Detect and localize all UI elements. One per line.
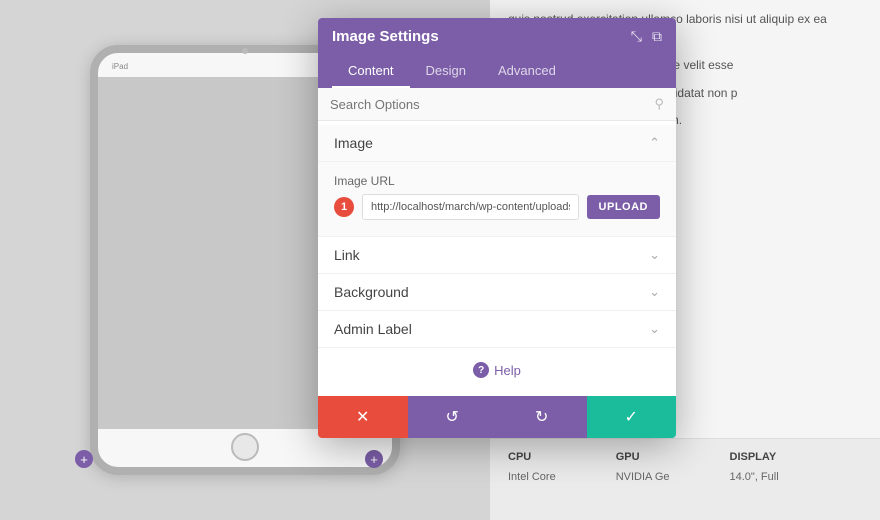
display-value: 14.0", Full (730, 469, 779, 487)
copy-icon[interactable]: ⧉ (652, 28, 662, 45)
image-settings-modal: Image Settings ⤡ ⧉ Content Design Advanc… (318, 18, 676, 438)
link-section-title: Link (334, 247, 360, 263)
modal-header-icons: ⤡ ⧉ (631, 28, 662, 45)
modal-tabs: Content Design Advanced (318, 55, 676, 88)
modal-title: Image Settings (332, 28, 439, 45)
ipad-camera (242, 48, 248, 54)
help-icon: ? (473, 362, 489, 378)
cancel-button[interactable]: ✕ (318, 396, 408, 438)
search-input[interactable] (330, 97, 646, 112)
image-url-row: 1 UPLOAD (334, 194, 660, 220)
help-section: ? Help (318, 348, 676, 392)
link-chevron-icon: ⌄ (649, 247, 660, 263)
admin-label-section-header[interactable]: Admin Label ⌄ (318, 311, 676, 348)
image-section-content: Image URL 1 UPLOAD (318, 162, 676, 237)
cpu-value: Intel Core (508, 469, 556, 487)
search-bar: ⚲ (318, 88, 676, 121)
fullscreen-icon[interactable]: ⤡ (631, 28, 642, 45)
image-url-input[interactable] (362, 194, 579, 220)
background-section-title: Background (334, 284, 409, 300)
step-badge: 1 (334, 197, 354, 217)
background-chevron-icon: ⌄ (649, 284, 660, 300)
modal-footer: ✕ ↺ ↻ ✓ (318, 396, 676, 438)
ipad-home-button[interactable] (231, 433, 259, 461)
redo-icon: ↻ (535, 407, 548, 427)
undo-icon: ↺ (446, 407, 459, 427)
cancel-icon: ✕ (356, 407, 369, 427)
modal-body: Image ⌃ Image URL 1 UPLOAD Link ⌄ Backgr… (318, 121, 676, 396)
help-link[interactable]: ? Help (334, 362, 660, 378)
image-section-title: Image (334, 135, 373, 151)
confirm-button[interactable]: ✓ (587, 396, 677, 438)
admin-label-chevron-icon: ⌄ (649, 321, 660, 337)
confirm-icon: ✓ (625, 407, 638, 427)
image-chevron-up-icon: ⌃ (649, 135, 660, 151)
modal-header: Image Settings ⤡ ⧉ (318, 18, 676, 55)
background-section-header[interactable]: Background ⌄ (318, 274, 676, 311)
cpu-spec: CPU Intel Core (508, 449, 556, 486)
gpu-value: NVIDIA Ge (616, 469, 670, 487)
cpu-label: CPU (508, 449, 556, 467)
ipad-label: iPad (112, 62, 128, 71)
image-section-header[interactable]: Image ⌃ (318, 125, 676, 162)
help-label: Help (494, 363, 521, 378)
undo-button[interactable]: ↺ (408, 396, 498, 438)
search-icon: ⚲ (654, 96, 664, 112)
tab-design[interactable]: Design (410, 55, 482, 88)
specs-section: CPU Intel Core GPU NVIDIA Ge DISPLAY 14.… (490, 438, 880, 520)
add-left-button[interactable]: + (75, 450, 93, 468)
link-section-header[interactable]: Link ⌄ (318, 237, 676, 274)
tab-content[interactable]: Content (332, 55, 410, 88)
add-right-button[interactable]: + (365, 450, 383, 468)
redo-button[interactable]: ↻ (497, 396, 587, 438)
admin-label-section-title: Admin Label (334, 321, 412, 337)
gpu-spec: GPU NVIDIA Ge (616, 449, 670, 486)
upload-button[interactable]: UPLOAD (587, 195, 660, 219)
gpu-label: GPU (616, 449, 670, 467)
image-url-label: Image URL (334, 174, 660, 188)
display-label: DISPLAY (730, 449, 779, 467)
tab-advanced[interactable]: Advanced (482, 55, 572, 88)
display-spec: DISPLAY 14.0", Full (730, 449, 779, 486)
